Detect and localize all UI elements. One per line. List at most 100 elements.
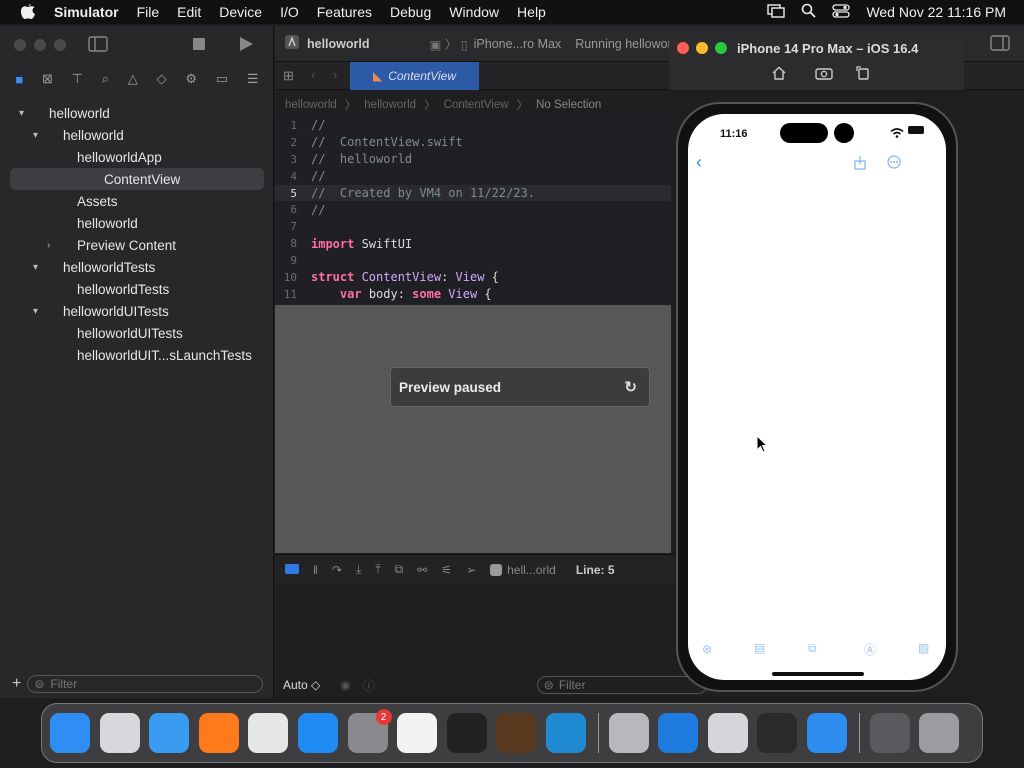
info-icon[interactable]: ⓘ <box>363 677 375 694</box>
menu-features[interactable]: Features <box>317 4 372 20</box>
jump-project[interactable]: helloworld <box>285 99 337 111</box>
home-icon[interactable] <box>771 66 787 83</box>
control-center-icon[interactable] <box>832 3 851 21</box>
code-editor[interactable]: 1 // 2 // ContentView.swift 3 // helloworld 4 /… <box>275 117 671 305</box>
folder-icon[interactable]: ■ <box>15 72 23 87</box>
dock-app-icon[interactable] <box>869 713 910 753</box>
dock-app-icon[interactable] <box>658 713 699 753</box>
refresh-icon[interactable]: ↻ <box>624 378 637 396</box>
step-in-icon[interactable]: ⤓ <box>356 562 361 577</box>
file-tree-item[interactable]: helloworld <box>0 212 274 234</box>
file-tree-item[interactable]: ContentView <box>10 168 264 190</box>
inspector-toggle-icon[interactable] <box>990 35 1010 54</box>
file-tree-item[interactable]: helloworldUIT...sLaunchTests <box>0 344 274 366</box>
back-icon[interactable]: ‹ <box>311 67 315 82</box>
jump-file[interactable]: ContentView <box>444 99 509 111</box>
step-out-icon[interactable]: ⤒ <box>375 562 380 577</box>
simulator-zoom-button[interactable] <box>715 42 727 54</box>
apple-icon[interactable] <box>20 2 38 23</box>
home-indicator[interactable] <box>772 672 864 676</box>
disclosure-chevron-icon[interactable]: ▾ <box>33 262 38 273</box>
screenshot-icon[interactable] <box>815 66 833 83</box>
code-line[interactable]: 6 // <box>275 201 671 218</box>
text-icon[interactable]: Ⓐ <box>864 641 876 658</box>
console-filter-input[interactable]: ⊜ Filter <box>536 676 707 694</box>
menu-device[interactable]: Device <box>219 4 262 20</box>
preview-paused-banner[interactable]: Preview paused ↻ <box>390 367 650 407</box>
code-line[interactable]: 4 // <box>275 168 671 185</box>
debug-icon[interactable]: ⚙ <box>185 71 197 87</box>
dock-app-icon[interactable] <box>50 713 90 753</box>
back-chevron-icon[interactable]: ‹ <box>696 152 702 173</box>
test-icon[interactable]: ◇ <box>157 71 167 87</box>
dock-app-icon[interactable] <box>545 713 586 753</box>
photo-icon[interactable]: ▨ <box>918 641 929 655</box>
warning-icon[interactable]: △ <box>128 71 138 87</box>
eye-icon[interactable]: ◉ <box>340 678 350 692</box>
menu-edit[interactable]: Edit <box>177 4 201 20</box>
dock-app-icon[interactable] <box>608 713 649 753</box>
zoom-select[interactable]: Auto ◇ <box>283 678 320 692</box>
more-icon[interactable] <box>887 155 901 172</box>
dock-app-icon[interactable] <box>297 713 338 753</box>
code-line[interactable]: 8 import SwiftUI <box>275 235 671 252</box>
location-icon[interactable]: ➢ <box>466 563 476 577</box>
code-line[interactable]: 9 <box>275 252 671 269</box>
tab-contentview[interactable]: ◣ ContentView <box>350 62 479 90</box>
disclosure-chevron-icon[interactable]: › <box>47 240 50 251</box>
copy-icon[interactable]: ⧉ <box>808 641 817 656</box>
menu-file[interactable]: File <box>137 4 160 20</box>
step-over-icon[interactable]: ↷ <box>332 563 342 577</box>
dock-app-icon[interactable] <box>496 713 537 753</box>
source-control-icon[interactable]: ⊠ <box>42 71 53 87</box>
file-tree-item[interactable]: ▾ helloworldTests <box>0 256 274 278</box>
view-debugger-icon[interactable]: ⧉ <box>395 562 404 577</box>
simulator-minimize-button[interactable] <box>696 42 708 54</box>
menu-window[interactable]: Window <box>449 4 499 20</box>
code-line[interactable]: 11 var body: some View { <box>275 286 671 303</box>
environment-icon[interactable]: ⚟ <box>441 563 452 577</box>
jump-folder[interactable]: helloworld <box>364 99 416 111</box>
dock-app-icon[interactable] <box>806 713 847 753</box>
rotate-icon[interactable] <box>855 65 871 84</box>
dock-app-icon[interactable] <box>99 713 140 753</box>
run-destination[interactable]: iPhone...ro Max <box>474 37 562 51</box>
code-line[interactable]: 10 struct ContentView: View { <box>275 269 671 286</box>
forward-icon[interactable]: › <box>333 67 337 82</box>
memory-graph-icon[interactable]: ⚯ <box>417 563 427 577</box>
calendar-icon[interactable]: ▤ <box>754 641 765 655</box>
file-tree-item[interactable]: helloworldTests <box>0 278 274 300</box>
share-icon[interactable] <box>854 156 866 173</box>
hierarchy-icon[interactable]: ⊤ <box>72 71 83 87</box>
close-window-button[interactable] <box>14 39 26 51</box>
report-icon[interactable]: ☰ <box>247 71 259 87</box>
code-line[interactable]: 1 // <box>275 117 671 134</box>
disclosure-chevron-icon[interactable]: ▾ <box>19 108 24 119</box>
screen-mirror-icon[interactable] <box>767 3 786 21</box>
menu-clock[interactable]: Wed Nov 22 11:16 PM <box>866 4 1006 20</box>
scheme-icon[interactable]: ▣ 〉 ▯ <box>430 34 468 53</box>
file-tree-item[interactable]: Assets <box>0 190 274 212</box>
file-tree-item[interactable]: ▾ helloworld <box>0 124 274 146</box>
code-line[interactable]: 5 // Created by VM4 on 11/22/23. <box>275 184 671 202</box>
scheme-badge[interactable]: hell...orld <box>490 563 556 577</box>
file-tree-item[interactable]: ▾ helloworld <box>0 102 274 124</box>
sidebar-toggle-icon[interactable] <box>88 36 108 55</box>
run-icon[interactable] <box>239 37 253 54</box>
simulator-close-button[interactable] <box>677 42 689 54</box>
code-line[interactable]: 7 <box>275 218 671 235</box>
project-title[interactable]: helloworld <box>307 37 370 51</box>
find-icon[interactable]: ⌕ <box>102 71 109 87</box>
dock-app-icon[interactable] <box>198 713 239 753</box>
dock-app-icon[interactable] <box>707 713 748 753</box>
file-tree-item[interactable]: helloworldUITests <box>0 322 274 344</box>
file-tree-item[interactable]: ▾ helloworldUITests <box>0 300 274 322</box>
disclosure-chevron-icon[interactable]: ▾ <box>33 306 38 317</box>
compass-icon[interactable]: ⊛ <box>702 642 712 656</box>
menu-debug[interactable]: Debug <box>390 4 431 20</box>
spotlight-search-icon[interactable] <box>801 3 817 21</box>
dock-app-icon[interactable]: 2 <box>347 709 392 753</box>
console-toggle-icon[interactable] <box>285 563 299 577</box>
navigator-filter-input[interactable]: ⊜ Filter <box>27 675 264 693</box>
grid-icon[interactable]: ⊞ <box>283 68 294 84</box>
